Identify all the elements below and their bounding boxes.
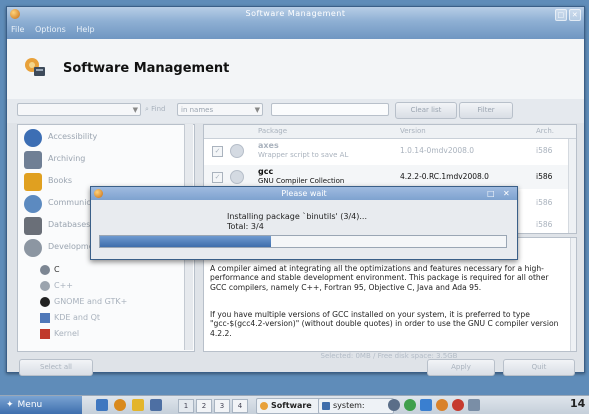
search-input[interactable] [271,103,389,116]
kde-icon [40,313,50,323]
dialog-titlebar[interactable]: Please wait □ ✕ [91,187,517,200]
subcategory-c[interactable]: C [40,263,190,277]
volume-icon[interactable] [436,399,448,411]
close-icon[interactable]: ✕ [503,187,510,200]
menubar: File Options Help [7,21,584,39]
info-icon [230,144,244,158]
install-message: Installing package `binutils' (3/4)... [227,212,367,221]
terminal-icon[interactable] [150,399,162,411]
software-task-icon [260,402,268,410]
gear-icon [40,265,50,275]
clipboard-icon[interactable] [420,399,432,411]
browser-icon[interactable] [114,399,126,411]
desktop-1[interactable]: 1 [178,399,194,413]
window-title: Software Management [245,9,346,18]
launcher-icon[interactable] [96,399,108,411]
files-icon[interactable] [132,399,144,411]
description-paragraph-2: If you have multiple versions of GCC ins… [210,310,559,338]
column-arch[interactable]: Arch. [536,127,554,135]
install-progress-fill [100,236,271,247]
apply-button[interactable]: Apply [427,359,495,376]
subcategory-kde-qt[interactable]: KDE and Qt [40,311,190,325]
search-in-select[interactable]: in names ▼ [177,103,263,116]
menu-options[interactable]: Options [31,21,70,39]
info-icon [230,170,244,184]
clear-list-button[interactable]: Clear list [395,102,457,119]
gnome-icon [40,297,50,307]
quit-button[interactable]: Quit [503,359,575,376]
header-banner: Software Management [7,39,584,100]
chevron-down-icon: ▼ [132,106,138,114]
column-version[interactable]: Version [400,127,426,135]
category-accessibility[interactable]: Accessibility [24,127,192,149]
taskbar: ✦ Menu 1 2 3 4 Software system: 14 [0,395,589,414]
book-icon [24,173,42,191]
page-title: Software Management [63,61,230,76]
toolbar: ▼ ⌕ Find in names ▼ Clear list Filter [7,99,584,123]
maximize-icon[interactable]: □ [555,9,567,21]
archive-icon [24,151,42,169]
kernel-icon [40,329,50,339]
star-icon: ✦ [6,400,14,410]
terminal-task-icon [322,402,330,410]
find-icon-label: ⌕ Find [145,105,166,114]
task-system[interactable]: system: [318,398,394,414]
desktop-3[interactable]: 3 [214,399,230,413]
app-icon [94,189,103,198]
maximize-icon[interactable]: □ [487,187,495,200]
table-row[interactable]: ✓ axes Wrapper script to save AL 1.0.14-… [204,139,568,163]
menu-file[interactable]: File [7,21,28,39]
subcategory-kernel[interactable]: Kernel [40,327,190,341]
subcategory-cpp[interactable]: C++ [40,279,190,293]
filter-button[interactable]: Filter [459,102,513,119]
network-icon[interactable] [388,399,400,411]
update-icon[interactable] [404,399,416,411]
development-icon [24,239,42,257]
close-icon[interactable]: ✕ [569,9,581,21]
package-list-header: Package Version Arch. [204,125,576,139]
software-management-icon [25,58,45,76]
description-scrollbar[interactable] [570,238,576,351]
package-scrollbar[interactable] [568,139,576,233]
desktop-2[interactable]: 2 [196,399,212,413]
package-checkbox[interactable]: ✓ [212,146,223,157]
window-titlebar[interactable]: Software Management □ ✕ [7,7,584,21]
install-progress-bar [99,235,507,248]
column-package[interactable]: Package [258,127,287,135]
tray-icon[interactable] [468,399,480,411]
communications-icon [24,195,42,213]
package-checkbox[interactable]: ✓ [212,172,223,183]
chevron-down-icon: ▼ [254,106,260,114]
please-wait-dialog: Please wait □ ✕ Installing package `binu… [90,186,518,260]
accessibility-icon [24,129,42,147]
app-icon [10,9,20,19]
search-icon: ⌕ [145,105,149,113]
select-all-button[interactable]: Select all [19,359,93,376]
desktop-4[interactable]: 4 [232,399,248,413]
subcategory-gnome-gtk[interactable]: GNOME and GTK+ [40,295,190,309]
start-menu-button[interactable]: ✦ Menu [0,396,82,414]
gear-icon [40,281,50,291]
find-label: Find [151,105,166,113]
menu-help[interactable]: Help [72,21,98,39]
dialog-message: Installing package `binutils' (3/4)... T… [227,212,367,232]
view-select[interactable]: ▼ [17,103,141,116]
description-paragraph-1: A compiler aimed at integrating all the … [210,264,549,292]
install-total: Total: 3/4 [227,222,264,231]
dialog-title: Please wait [281,189,327,198]
database-icon [24,217,42,235]
category-archiving[interactable]: Archiving [24,149,192,171]
power-icon[interactable] [452,399,464,411]
clock: 14 [570,397,586,410]
